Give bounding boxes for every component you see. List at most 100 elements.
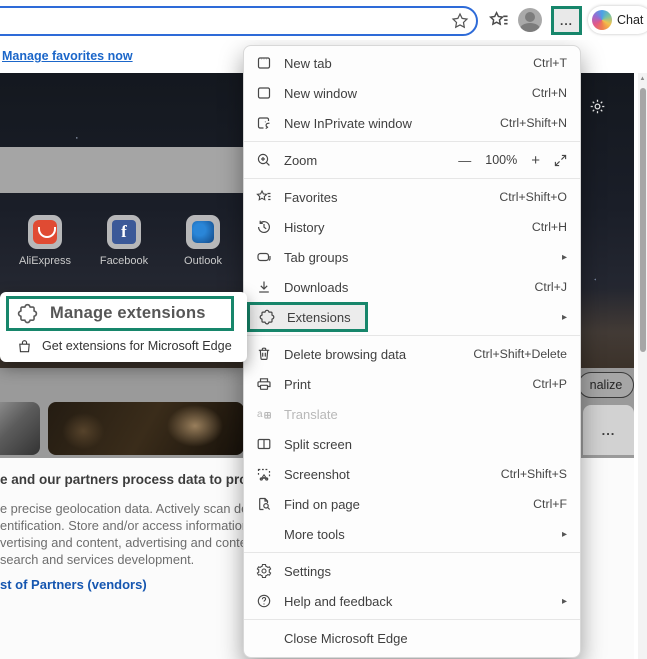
menu-item-label: Screenshot	[284, 466, 350, 482]
menu-item-extensions[interactable]: Extensions ▸	[244, 302, 580, 332]
settings-more-highlight-box: ...	[551, 6, 582, 35]
menu-divider	[244, 619, 580, 620]
menu-divider	[244, 552, 580, 553]
get-extensions-item[interactable]: Get extensions for Microsoft Edge	[0, 333, 247, 359]
menu-item-label: Close Microsoft Edge	[284, 630, 408, 646]
fullscreen-icon[interactable]	[554, 154, 567, 167]
help-icon	[256, 593, 272, 609]
find-icon	[256, 496, 272, 512]
menu-item-help-and-feedback[interactable]: Help and feedback ▸	[244, 586, 580, 616]
menu-item-settings[interactable]: Settings	[244, 556, 580, 586]
menu-item-shortcut: Ctrl+N	[531, 86, 567, 100]
menu-item-zoom[interactable]: Zoom — 100% +	[244, 145, 580, 175]
menu-item-more-tools[interactable]: More tools ▸	[244, 519, 580, 549]
menu-item-label: New tab	[284, 55, 332, 71]
menu-item-favorites[interactable]: Favorites Ctrl+Shift+O	[244, 182, 580, 212]
history-icon	[256, 219, 272, 235]
menu-item-label: Delete browsing data	[284, 346, 407, 362]
new-inprivate-icon	[256, 115, 272, 131]
zoom-in-button[interactable]: +	[531, 152, 540, 169]
shortcut-facebook[interactable]: f Facebook	[89, 215, 159, 267]
menu-item-shortcut: Ctrl+T	[533, 56, 567, 70]
menu-item-shortcut: Ctrl+H	[531, 220, 567, 234]
zoom-icon	[256, 152, 272, 168]
menu-item-shortcut: Ctrl+P	[532, 377, 567, 391]
menu-item-find-on-page[interactable]: Find on page Ctrl+F	[244, 489, 580, 519]
shortcut-label: Outlook	[184, 255, 222, 267]
facebook-tile[interactable]: f	[107, 215, 141, 249]
copilot-icon	[592, 10, 612, 30]
browser-window: AliExpress f Facebook Outlook nalize ...…	[0, 0, 647, 659]
extensions-callout: Manage extensions Get extensions for Mic…	[0, 292, 247, 362]
menu-item-shortcut: Ctrl+J	[534, 280, 567, 294]
zoom-out-button[interactable]: —	[458, 153, 471, 168]
menu-item-shortcut: Ctrl+Shift+O	[499, 190, 567, 204]
submenu-chevron-icon: ▸	[561, 595, 567, 607]
new-window-icon	[256, 85, 272, 101]
extensions-icon	[259, 309, 275, 325]
news-thumbnail-main[interactable]	[48, 402, 244, 455]
favorites-hub-icon[interactable]	[488, 10, 510, 32]
settings-and-more-menu: New tab Ctrl+T New window Ctrl+N New InPriva…	[243, 45, 581, 658]
menu-item-delete-browsing-data[interactable]: Delete browsing data Ctrl+Shift+Delete	[244, 339, 580, 369]
menu-item-label: History	[284, 219, 325, 235]
menu-item-close-microsoft-edge[interactable]: Close Microsoft Edge	[244, 623, 580, 653]
shortcut-label: Facebook	[99, 255, 149, 267]
page-settings-gear-icon[interactable]	[589, 98, 606, 115]
menu-item-screenshot[interactable]: Screenshot Ctrl+Shift+S	[244, 459, 580, 489]
menu-item-downloads[interactable]: Downloads Ctrl+J	[244, 272, 580, 302]
address-bar[interactable]	[0, 6, 478, 36]
menu-item-split-screen[interactable]: Split screen	[244, 429, 580, 459]
menu-item-new-window[interactable]: New window Ctrl+N	[244, 78, 580, 108]
menu-item-tab-groups[interactable]: Tab groups ▸	[244, 242, 580, 272]
chat-label: Chat	[617, 13, 644, 27]
manage-favorites-link[interactable]: Manage favorites now	[2, 49, 133, 63]
scrollbar-up-arrow-icon[interactable]: ▲	[638, 76, 647, 82]
submenu-chevron-icon: ▸	[561, 311, 567, 323]
news-thumbnail-left[interactable]	[0, 402, 40, 455]
outlook-icon	[192, 221, 214, 243]
add-favorite-star-icon[interactable]	[451, 12, 469, 30]
menu-item-translate: a Translate	[244, 399, 580, 429]
menu-item-label: Find on page	[284, 496, 360, 512]
menu-item-shortcut: Ctrl+Shift+S	[500, 467, 567, 481]
aliexpress-icon	[33, 220, 57, 244]
shortcut-label: AliExpress	[19, 255, 71, 267]
menu-item-new-inprivate-window[interactable]: New InPrivate window Ctrl+Shift+N	[244, 108, 580, 138]
manage-extensions-label: Manage extensions	[50, 304, 206, 322]
menu-item-new-tab[interactable]: New tab Ctrl+T	[244, 48, 580, 78]
chat-button[interactable]: Chat	[588, 6, 647, 34]
menu-item-shortcut: Ctrl+F	[533, 497, 567, 511]
manage-extensions-highlight-box[interactable]: Manage extensions	[6, 296, 234, 331]
news-card-more-button[interactable]: ...	[583, 405, 634, 455]
downloads-icon	[256, 279, 272, 295]
menu-item-label: Print	[284, 376, 311, 392]
new-tab-icon	[256, 55, 272, 71]
partners-vendors-link[interactable]: st of Partners (vendors)	[0, 577, 147, 592]
menu-item-history[interactable]: History Ctrl+H	[244, 212, 580, 242]
favorites-icon	[256, 189, 272, 205]
menu-item-label: Help and feedback	[284, 593, 393, 609]
menu-item-print[interactable]: Print Ctrl+P	[244, 369, 580, 399]
shortcut-aliexpress[interactable]: AliExpress	[10, 215, 80, 267]
settings-more-button[interactable]: ...	[554, 9, 579, 32]
avatar-body	[520, 23, 540, 32]
delete-icon	[256, 346, 272, 362]
profile-avatar[interactable]	[518, 8, 542, 32]
settings-icon	[256, 563, 272, 579]
outlook-tile[interactable]	[186, 215, 220, 249]
browser-toolbar: ... Chat	[0, 0, 647, 40]
aliexpress-tile[interactable]	[28, 215, 62, 249]
get-extensions-label: Get extensions for Microsoft Edge	[42, 339, 232, 353]
menu-item-shortcut: Ctrl+Shift+N	[500, 116, 567, 130]
shortcut-outlook[interactable]: Outlook	[168, 215, 238, 267]
menu-item-shortcut: Ctrl+Shift+Delete	[473, 347, 567, 361]
menu-divider	[244, 141, 580, 142]
personalize-button[interactable]: nalize	[578, 372, 634, 398]
zoom-level-value: 100%	[485, 153, 518, 167]
menu-item-label: Downloads	[284, 279, 349, 295]
menu-divider	[244, 335, 580, 336]
scrollbar-thumb[interactable]	[639, 88, 646, 352]
scrollbar[interactable]: ▲	[638, 73, 647, 659]
menu-item-label: New InPrivate window	[284, 115, 412, 131]
